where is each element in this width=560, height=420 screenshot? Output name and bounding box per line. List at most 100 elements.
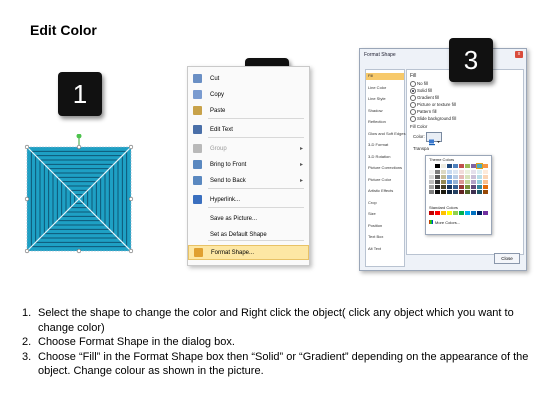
- menu-item-paste[interactable]: Paste: [188, 103, 309, 118]
- category-item[interactable]: 3-D Rotation: [368, 154, 390, 159]
- category-item[interactable]: Fill: [366, 73, 404, 80]
- color-swatch[interactable]: [459, 175, 464, 179]
- category-item[interactable]: 3-D Format: [368, 142, 388, 147]
- color-swatch[interactable]: [441, 170, 446, 174]
- color-swatch[interactable]: [429, 164, 434, 168]
- close-icon[interactable]: x: [515, 51, 523, 58]
- rotation-handle-icon[interactable]: [76, 134, 82, 139]
- color-swatch[interactable]: [435, 170, 440, 174]
- color-swatch[interactable]: [471, 185, 476, 189]
- color-swatch[interactable]: [465, 164, 470, 168]
- standard-color-swatch[interactable]: [477, 211, 482, 215]
- menu-item-edit-text[interactable]: Edit Text: [188, 122, 309, 137]
- color-swatch[interactable]: [453, 190, 458, 194]
- standard-color-swatch[interactable]: [435, 211, 440, 215]
- fill-option-radio[interactable]: [410, 88, 416, 94]
- color-swatch[interactable]: [435, 185, 440, 189]
- color-swatch[interactable]: [441, 175, 446, 179]
- category-item[interactable]: Shadow: [368, 108, 382, 113]
- color-swatch[interactable]: [459, 185, 464, 189]
- color-swatch[interactable]: [477, 190, 482, 194]
- resize-handle-icon[interactable]: [128, 248, 134, 254]
- menu-item-hyperlink[interactable]: Hyperlink...: [188, 192, 309, 207]
- color-swatch[interactable]: [435, 190, 440, 194]
- menu-item-format-shape[interactable]: Format Shape...: [188, 245, 309, 260]
- color-swatch[interactable]: [476, 163, 483, 169]
- close-button[interactable]: Close: [494, 253, 520, 264]
- category-item[interactable]: Glow and Soft Edges: [368, 131, 406, 136]
- color-swatch[interactable]: [429, 175, 434, 179]
- color-swatch[interactable]: [459, 170, 464, 174]
- fill-option-radio[interactable]: [410, 95, 416, 101]
- color-swatch[interactable]: [429, 170, 434, 174]
- standard-color-swatch[interactable]: [465, 211, 470, 215]
- fill-option-radio[interactable]: [410, 109, 416, 115]
- color-swatch[interactable]: [447, 164, 452, 168]
- color-swatch[interactable]: [465, 185, 470, 189]
- category-item[interactable]: Reflection: [368, 119, 386, 124]
- category-item[interactable]: Crop: [368, 200, 377, 205]
- menu-item-save-as-picture[interactable]: Save as Picture...: [188, 211, 309, 226]
- standard-color-swatch[interactable]: [471, 211, 476, 215]
- color-swatch[interactable]: [471, 170, 476, 174]
- color-swatch[interactable]: [441, 180, 446, 184]
- category-item[interactable]: Text Box: [368, 234, 383, 239]
- color-swatch[interactable]: [483, 175, 488, 179]
- color-swatch[interactable]: [453, 175, 458, 179]
- menu-item-bring-to-front[interactable]: Bring to Front ▸: [188, 157, 309, 172]
- fill-option-radio[interactable]: [410, 116, 416, 122]
- more-colors-link[interactable]: More Colors...: [435, 220, 460, 225]
- color-swatch[interactable]: [441, 190, 446, 194]
- color-swatch[interactable]: [447, 180, 452, 184]
- resize-handle-icon[interactable]: [128, 144, 134, 150]
- category-item[interactable]: Size: [368, 211, 376, 216]
- color-swatch[interactable]: [483, 164, 488, 168]
- resize-handle-icon[interactable]: [24, 248, 30, 254]
- menu-item-set-as-default-shape[interactable]: Set as Default Shape: [188, 227, 309, 242]
- color-swatch[interactable]: [465, 175, 470, 179]
- color-swatch[interactable]: [459, 190, 464, 194]
- category-item[interactable]: Picture Color: [368, 177, 391, 182]
- color-swatch[interactable]: [447, 190, 452, 194]
- color-swatch[interactable]: [429, 185, 434, 189]
- menu-item-send-to-back[interactable]: Send to Back ▸: [188, 173, 309, 188]
- color-swatch[interactable]: [435, 175, 440, 179]
- color-swatch[interactable]: [453, 164, 458, 168]
- color-swatch[interactable]: [447, 175, 452, 179]
- standard-color-swatch[interactable]: [429, 211, 434, 215]
- standard-color-swatch[interactable]: [483, 211, 488, 215]
- color-swatch[interactable]: [465, 180, 470, 184]
- color-swatch[interactable]: [477, 175, 482, 179]
- color-swatch[interactable]: [471, 164, 476, 168]
- color-swatch[interactable]: [471, 180, 476, 184]
- color-swatch[interactable]: [453, 185, 458, 189]
- standard-color-swatch[interactable]: [453, 211, 458, 215]
- color-swatch[interactable]: [441, 164, 446, 168]
- menu-item-copy[interactable]: Copy: [188, 87, 309, 102]
- fill-option-radio[interactable]: [410, 102, 416, 108]
- category-item[interactable]: Picture Corrections: [368, 165, 402, 170]
- color-swatch[interactable]: [483, 185, 488, 189]
- color-swatch[interactable]: [435, 180, 440, 184]
- resize-handle-icon[interactable]: [128, 196, 134, 202]
- pyramid-shape[interactable]: [20, 134, 140, 254]
- color-swatch[interactable]: [459, 180, 464, 184]
- category-item[interactable]: Line Color: [368, 85, 386, 90]
- resize-handle-icon[interactable]: [24, 144, 30, 150]
- standard-color-swatch[interactable]: [447, 211, 452, 215]
- color-swatch[interactable]: [477, 185, 482, 189]
- color-swatch[interactable]: [483, 190, 488, 194]
- color-swatch[interactable]: [459, 164, 464, 168]
- color-swatch[interactable]: [477, 170, 482, 174]
- fill-option-radio[interactable]: [410, 81, 416, 87]
- color-picker-button[interactable]: [426, 132, 442, 146]
- color-swatch[interactable]: [483, 170, 488, 174]
- color-swatch[interactable]: [471, 190, 476, 194]
- color-swatch[interactable]: [465, 190, 470, 194]
- standard-color-swatch[interactable]: [441, 211, 446, 215]
- color-swatch[interactable]: [447, 185, 452, 189]
- resize-handle-icon[interactable]: [76, 144, 82, 150]
- category-item[interactable]: Alt Text: [368, 246, 381, 251]
- color-swatch[interactable]: [447, 170, 452, 174]
- category-item[interactable]: Artistic Effects: [368, 188, 393, 193]
